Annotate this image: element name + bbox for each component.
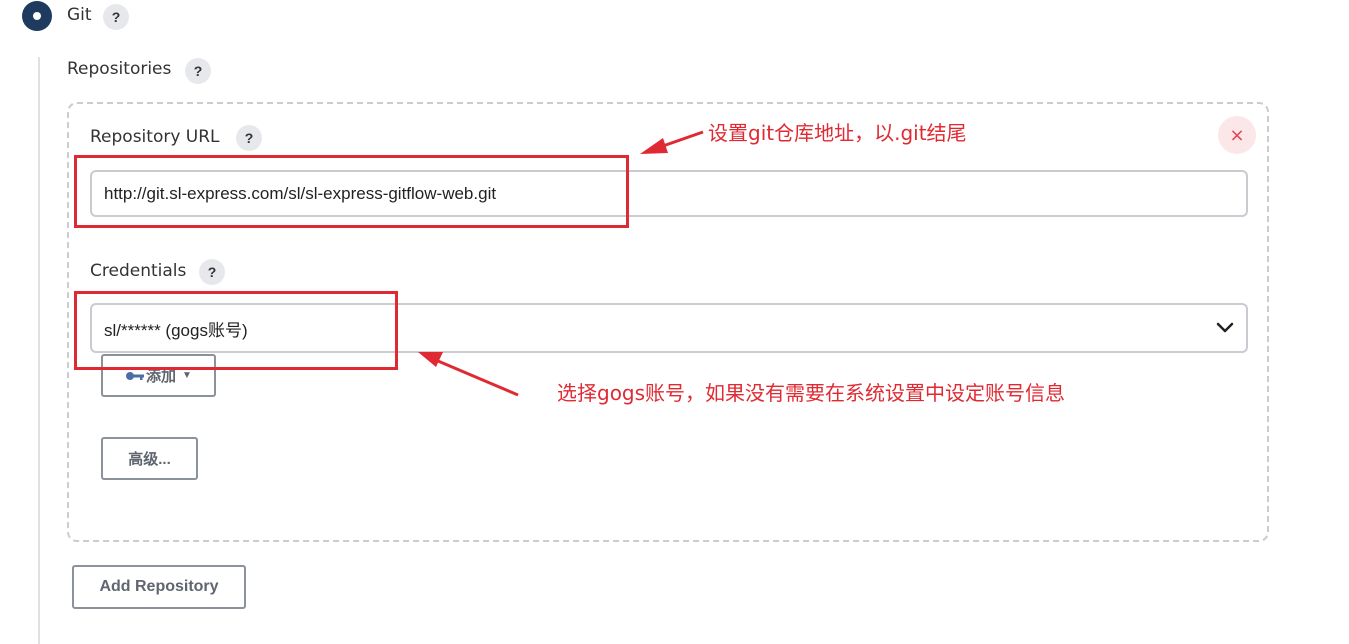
repositories-label: Repositories — [67, 59, 172, 79]
url-annotation-text: 设置git仓库地址，以.git结尾 — [708, 121, 967, 145]
credentials-label: Credentials — [90, 261, 187, 281]
radio-selected-dot — [33, 12, 41, 20]
dropdown-caret-icon: ▼ — [182, 370, 192, 381]
delete-repository-button[interactable]: × — [1218, 116, 1256, 154]
repository-url-label: Repository URL — [90, 127, 220, 147]
add-repository-button[interactable]: Add Repository — [72, 565, 246, 609]
repository-url-help-icon[interactable]: ? — [236, 125, 262, 151]
git-radio-button[interactable] — [22, 1, 52, 31]
credentials-annotation-text: 选择gogs账号，如果没有需要在系统设置中设定账号信息 — [557, 381, 1066, 405]
git-scm-config: Git ? Repositories ? Repository URL ? × … — [0, 0, 1349, 644]
credentials-highlight-box — [74, 291, 398, 370]
chevron-down-icon — [1216, 319, 1234, 337]
repositories-help-icon[interactable]: ? — [185, 58, 211, 84]
git-help-icon[interactable]: ? — [103, 4, 129, 30]
url-highlight-box — [74, 155, 629, 228]
git-label: Git — [67, 5, 92, 25]
key-icon — [125, 370, 145, 382]
advanced-button[interactable]: 高级... — [101, 437, 198, 480]
section-guide-line — [38, 57, 40, 644]
credentials-help-icon[interactable]: ? — [199, 259, 225, 285]
